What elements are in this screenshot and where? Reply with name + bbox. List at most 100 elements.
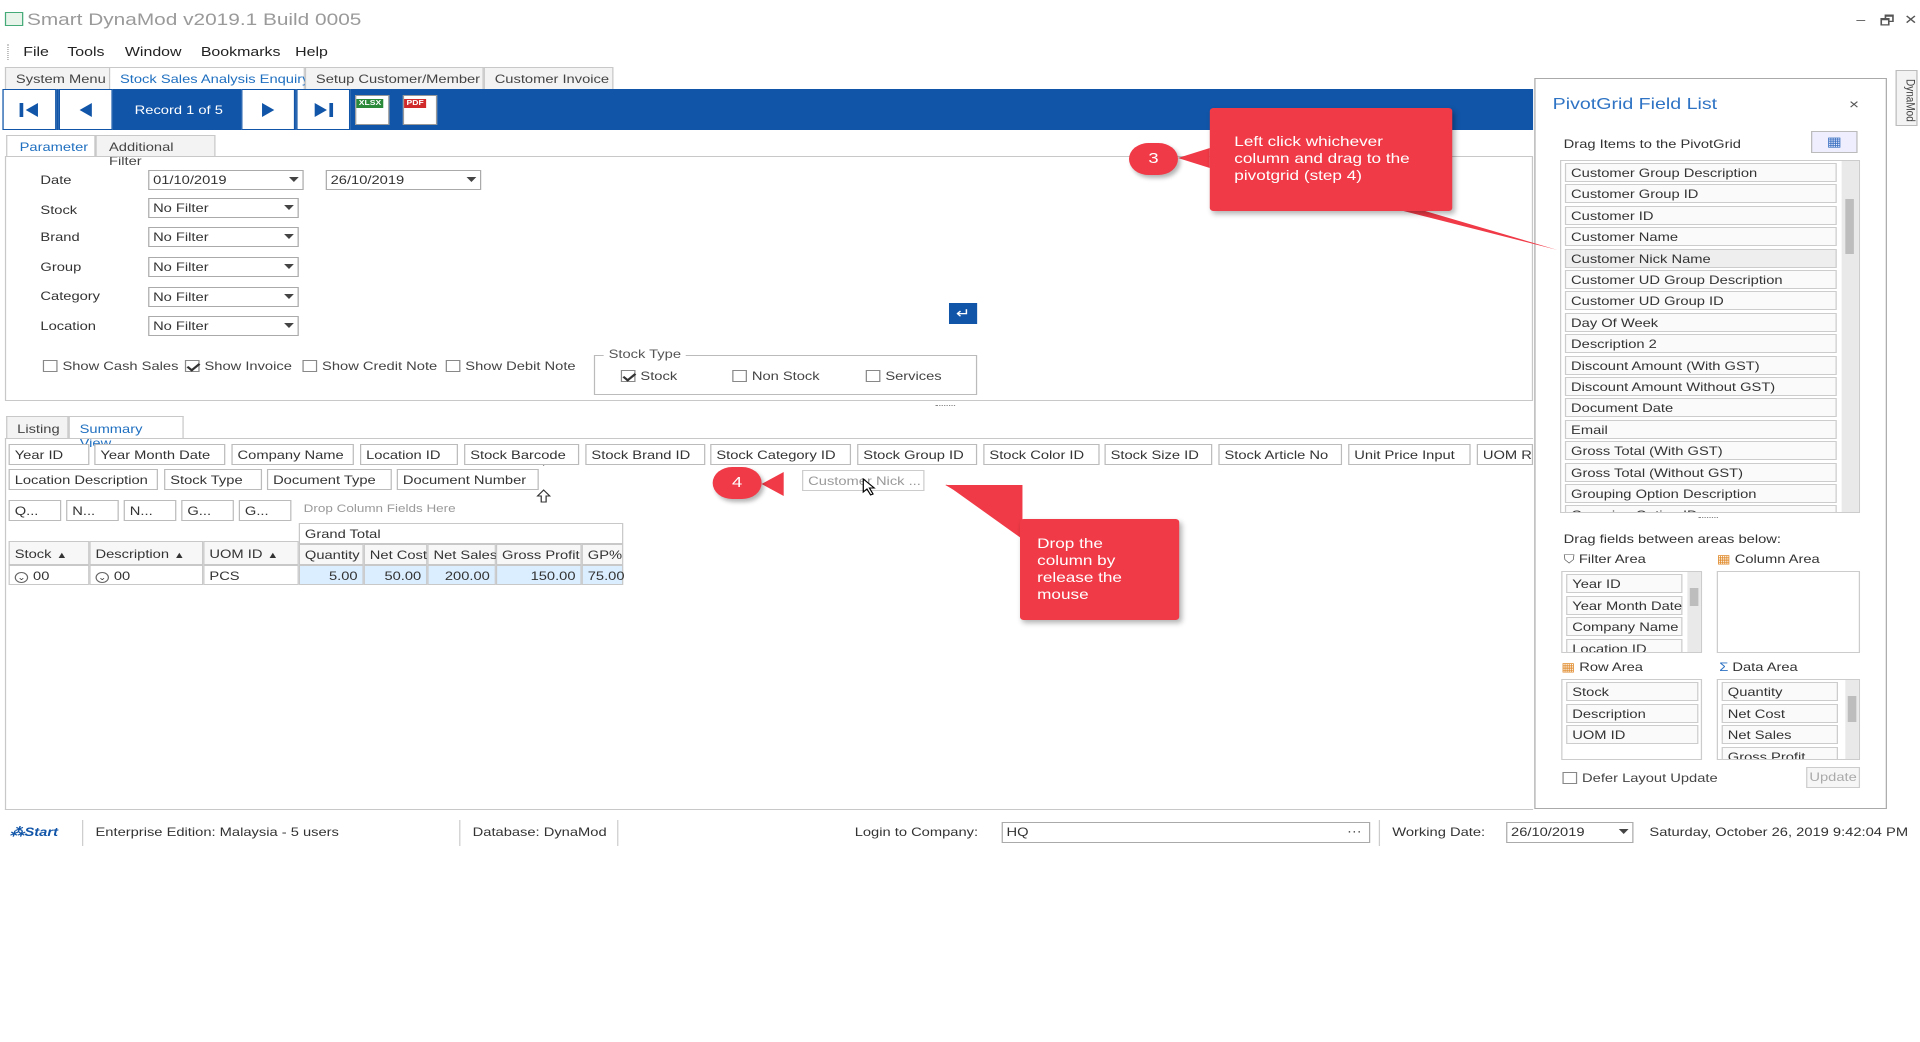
tab-additional-filter[interactable]: Additional Filter [95,135,216,168]
data-field-button[interactable]: G... [181,500,234,521]
row-area-box[interactable]: Stock Description UOM ID [1561,679,1703,760]
show-credit-note-checkbox[interactable]: Show Credit Note [302,359,437,373]
pivot-field-button[interactable]: Location Description [8,469,158,490]
pivot-field-button[interactable]: UOM Ra [1476,444,1534,465]
category-filter[interactable]: No Filter [148,287,299,307]
field-list-item[interactable]: Gross Total (With GST) [1564,441,1837,461]
menu-file[interactable]: File [23,44,49,59]
field-list-item[interactable]: Document Date [1564,398,1837,418]
pivot-field-button[interactable]: Document Type [266,469,392,490]
row-stock-cell[interactable]: ⌄ 00 [8,565,90,585]
data-column-header[interactable]: GP% [581,544,624,565]
defer-layout-checkbox[interactable]: Defer Layout Update [1562,771,1718,785]
menu-help[interactable]: Help [295,44,328,59]
field-list-item[interactable]: Discount Amount Without GST) [1564,377,1837,396]
show-cash-sales-checkbox[interactable]: Show Cash Sales [42,359,178,373]
data-field-button[interactable]: G... [238,500,292,521]
data-area-scrollbar[interactable] [1845,680,1859,759]
location-filter[interactable]: No Filter [148,316,299,336]
show-debit-note-checkbox[interactable]: Show Debit Note [445,359,576,373]
filter-area-item[interactable]: Company Name [1566,617,1683,636]
non-stock-checkbox[interactable]: Non Stock [732,369,820,383]
start-button[interactable]: ⁂Start [10,825,58,839]
pivot-field-button[interactable]: Year ID [8,444,90,465]
minimize-button[interactable]: – [1856,12,1865,27]
date-to-field[interactable]: 26/10/2019 [325,170,482,190]
enter-icon[interactable]: ↵ [948,303,978,324]
collapse-icon[interactable]: ⌄ [95,572,109,583]
pivot-field-button[interactable]: Stock Category ID [710,444,852,465]
pivot-field-button[interactable]: Company Name [231,444,354,465]
data-column-header[interactable]: Net Sales [427,544,497,565]
filter-area-scrollbar[interactable] [1687,572,1701,652]
data-field-button[interactable]: N... [66,500,119,521]
tab-listing[interactable]: Listing [6,416,69,439]
row-area-item[interactable]: Stock [1566,682,1699,701]
tab-stock-sales-analysis[interactable]: Stock Sales Analysis Enquiry [108,67,309,90]
first-record-button[interactable] [2,89,57,130]
data-field-button[interactable]: Q... [8,500,62,521]
group-filter[interactable]: No Filter [148,257,299,277]
scrollbar-thumb[interactable] [1845,199,1854,254]
ellipsis-button[interactable]: ··· [1347,824,1362,838]
layout-icon[interactable]: ▦ [1811,131,1858,153]
column-area-box[interactable] [1716,571,1861,653]
field-list-item[interactable]: Grouping Option ID [1564,505,1837,512]
pivot-field-button[interactable]: Stock Color ID [983,444,1100,465]
export-xlsx-icon[interactable]: XLSX [355,95,390,125]
field-list-item[interactable]: Description 2 [1564,334,1837,354]
filter-area-item[interactable]: Year Month Date [1566,595,1683,615]
tab-system-menu[interactable]: System Menu [4,67,111,90]
field-list-item[interactable]: Gross Total (Without GST) [1564,462,1837,482]
close-button[interactable]: ✕ [1904,12,1917,28]
row-description-cell[interactable]: ⌄ 00 [89,565,204,585]
pivot-field-button[interactable]: Document Number [396,469,539,490]
filter-area-item[interactable]: Location ID [1566,638,1683,652]
tab-parameter[interactable]: Parameter [6,135,96,157]
previous-record-button[interactable] [58,89,113,130]
data-area-item[interactable]: Quantity [1721,682,1838,701]
date-from-field[interactable]: 01/10/2019 [148,170,304,190]
field-list-item[interactable]: Discount Amount (With GST) [1564,355,1837,375]
pivot-field-button[interactable]: Location ID [360,444,458,465]
scrollbar-thumb[interactable] [1847,696,1857,722]
data-area-item[interactable]: Net Sales [1721,725,1838,744]
row-field-header[interactable]: Description ▲ [89,541,204,565]
field-list-item[interactable]: Customer ID [1564,205,1837,225]
filter-area-box[interactable]: Year ID Year Month Date Company Name Locati… [1561,571,1703,653]
field-list-item[interactable]: Grouping Option Description [1564,484,1837,503]
pivot-field-button[interactable]: Stock Size ID [1104,444,1213,465]
export-pdf-icon[interactable]: PDF [402,95,438,125]
stock-checkbox[interactable]: Stock [620,369,677,383]
data-area-box[interactable]: Quantity Net Cost Net Sales Gross Profit [1716,679,1861,760]
field-list-item[interactable]: Customer Group ID [1564,184,1837,204]
field-list-item[interactable]: Customer Group Description [1564,163,1837,182]
pivot-field-button[interactable]: Stock Brand ID [585,444,706,465]
row-area-item[interactable]: Description [1566,703,1699,723]
pivot-field-button[interactable]: Year Month Date [94,444,226,465]
menu-bookmarks[interactable]: Bookmarks [201,44,281,59]
row-field-header[interactable]: UOM ID ▲ [203,541,299,565]
pivot-field-button[interactable]: Stock Article No [1218,444,1343,465]
update-button[interactable]: Update [1806,767,1861,788]
tab-customer-invoice[interactable]: Customer Invoice [483,67,614,90]
data-area-item[interactable]: Gross Profit [1721,746,1838,759]
pivot-field-button[interactable]: Unit Price Input [1348,444,1471,465]
data-column-header[interactable]: Net Cost [363,544,428,565]
field-list-item[interactable]: Customer Name [1564,227,1837,247]
field-list-item[interactable]: Day Of Week [1564,312,1837,332]
field-list-item[interactable]: Email [1564,419,1837,439]
row-area-item[interactable]: UOM ID [1566,725,1699,744]
last-record-button[interactable] [296,89,351,130]
restore-button[interactable]: 🗗 [1880,12,1895,34]
data-area-item[interactable]: Net Cost [1721,703,1838,723]
field-list-item[interactable]: Customer UD Group ID [1564,291,1837,311]
field-list-item[interactable]: Customer UD Group Description [1564,270,1837,289]
field-list-item[interactable]: Customer Nick Name [1564,248,1837,268]
services-checkbox[interactable]: Services [865,369,942,383]
data-column-header[interactable]: Gross Profit [495,544,582,565]
field-list-scrollbar[interactable] [1841,161,1859,512]
company-field[interactable]: HQ ··· [1001,822,1371,843]
menu-window[interactable]: Window [125,44,182,59]
scrollbar-thumb[interactable] [1689,588,1699,606]
